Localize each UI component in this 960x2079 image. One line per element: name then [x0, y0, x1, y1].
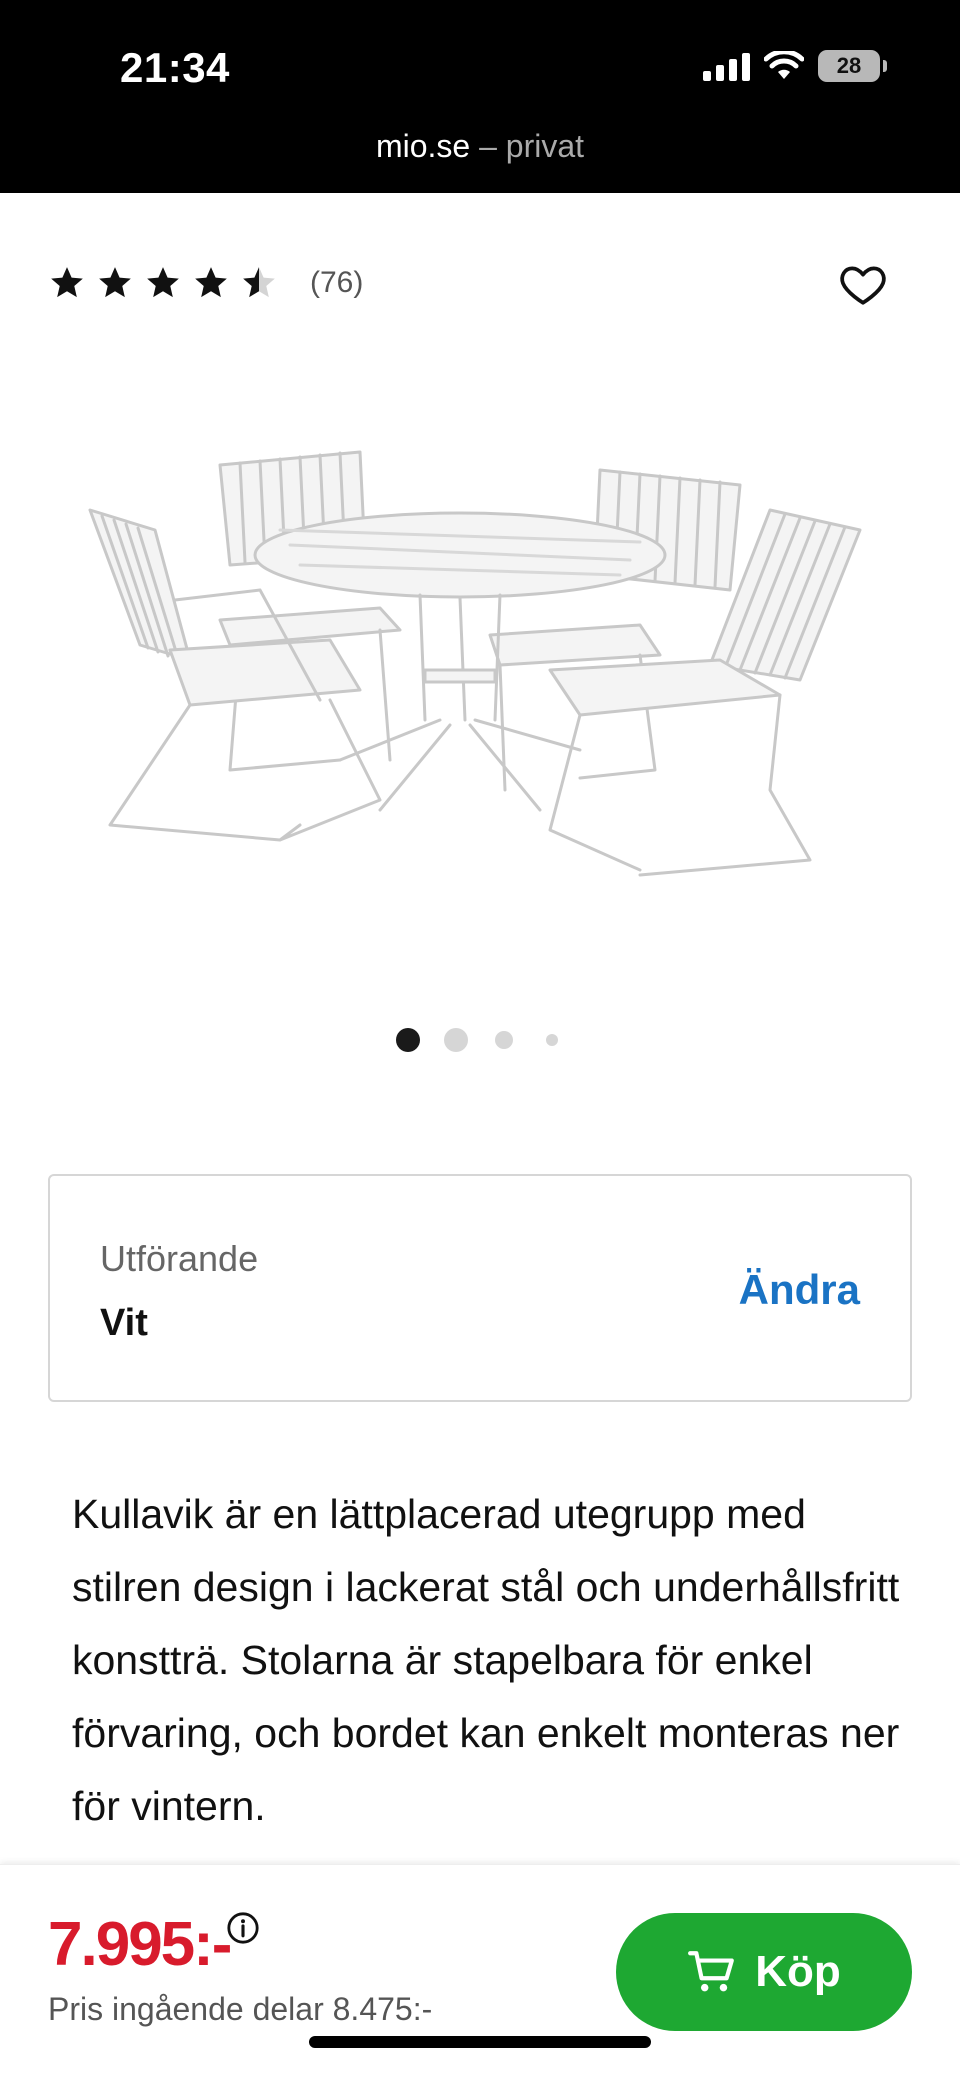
wifi-icon: [764, 51, 804, 79]
url-separator: –: [470, 128, 506, 164]
star-half-icon: [243, 267, 275, 298]
url-host: mio.se: [375, 128, 471, 164]
gallery-pagination: [0, 1028, 960, 1052]
gallery-dot-1[interactable]: [396, 1028, 420, 1052]
price-note: Pris ingående delar 8.475:-: [48, 1991, 433, 2027]
info-icon[interactable]: [226, 1911, 260, 1945]
home-indicator: [309, 2036, 651, 2048]
variant-value: Vit: [100, 1302, 148, 1344]
cart-icon: [688, 1951, 735, 1992]
rating-stars: [48, 264, 278, 302]
browser-url[interactable]: mio.se – privat: [0, 128, 960, 165]
status-time: 21:34: [120, 44, 230, 91]
gallery-dot-4[interactable]: [546, 1034, 558, 1046]
status-icons: 28: [703, 50, 887, 82]
change-variant-link[interactable]: Ändra: [739, 1266, 860, 1314]
status-bar: 21:34 28 mio.se – privat: [0, 0, 960, 193]
rating-count: (76): [310, 266, 364, 299]
url-context: privat: [505, 128, 585, 164]
product-rating[interactable]: (76): [48, 264, 363, 302]
signal-icon: [703, 51, 750, 81]
heart-icon[interactable]: [838, 260, 888, 310]
star-icon: [195, 267, 227, 298]
gallery-dot-3[interactable]: [495, 1031, 513, 1049]
star-icon: [51, 267, 83, 298]
star-icon: [147, 267, 179, 298]
buy-label: Köp: [755, 1947, 841, 1996]
star-icon: [99, 267, 131, 298]
variant-label: Utförande: [100, 1238, 259, 1279]
gallery-dot-2[interactable]: [444, 1028, 468, 1052]
product-image[interactable]: [80, 430, 880, 910]
buy-button[interactable]: Köp: [616, 1913, 912, 2031]
product-price: 7.995:-: [48, 1910, 232, 1979]
chair-back-left: [218, 450, 402, 772]
battery-icon: 28: [818, 50, 887, 82]
product-description: Kullavik är en lättplacerad utegrupp med…: [72, 1491, 900, 1829]
variant-selector[interactable]: Utförande Vit Ändra: [48, 1174, 912, 1402]
